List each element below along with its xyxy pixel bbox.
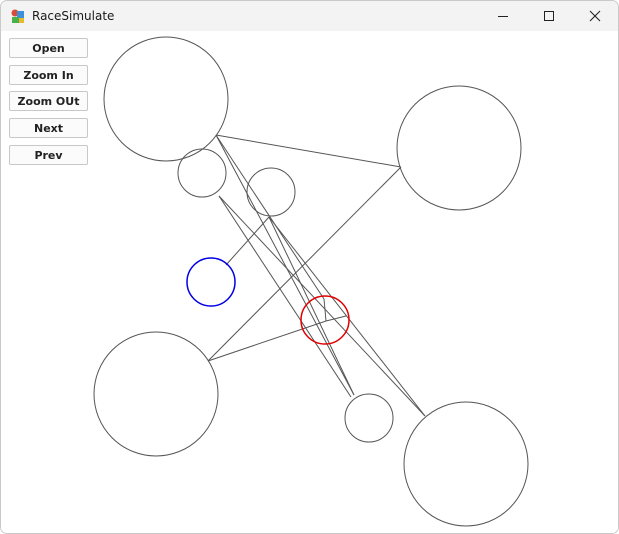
client-area: Open Zoom In Zoom OUt Next Prev [1,31,618,534]
minimize-icon [498,16,508,17]
track-line [268,216,355,396]
title-bar[interactable]: RaceSimulate [1,1,618,31]
red-circle-node [300,295,350,345]
maximize-button[interactable] [526,1,572,31]
small-circle-node [177,148,227,198]
small-circle-node [246,167,296,217]
large-circle-node [93,331,219,457]
track-line [218,195,426,417]
zoom-out-button[interactable]: Zoom OUt [9,91,88,111]
app-icon [11,9,24,23]
large-circle-node [403,401,529,527]
blue-circle-node [186,257,236,307]
prev-button[interactable]: Prev [9,145,88,165]
track-line [215,134,402,168]
zoom-in-button[interactable]: Zoom In [9,65,88,85]
race-canvas[interactable] [1,31,618,534]
track-line [225,216,270,266]
close-button[interactable] [572,1,618,31]
track-line [215,134,355,396]
next-button[interactable]: Next [9,118,88,138]
window-title: RaceSimulate [32,9,115,23]
large-circle-node [103,36,229,162]
track-line [268,216,426,417]
small-circle-node [344,393,394,443]
minimize-button[interactable] [480,1,526,31]
open-button[interactable]: Open [9,38,88,58]
app-window: RaceSimulate Open Zoom In Zoom OUt Next … [0,0,619,534]
track-line [207,320,327,362]
large-circle-node [396,85,522,211]
close-icon [589,10,601,22]
maximize-icon [544,11,554,21]
